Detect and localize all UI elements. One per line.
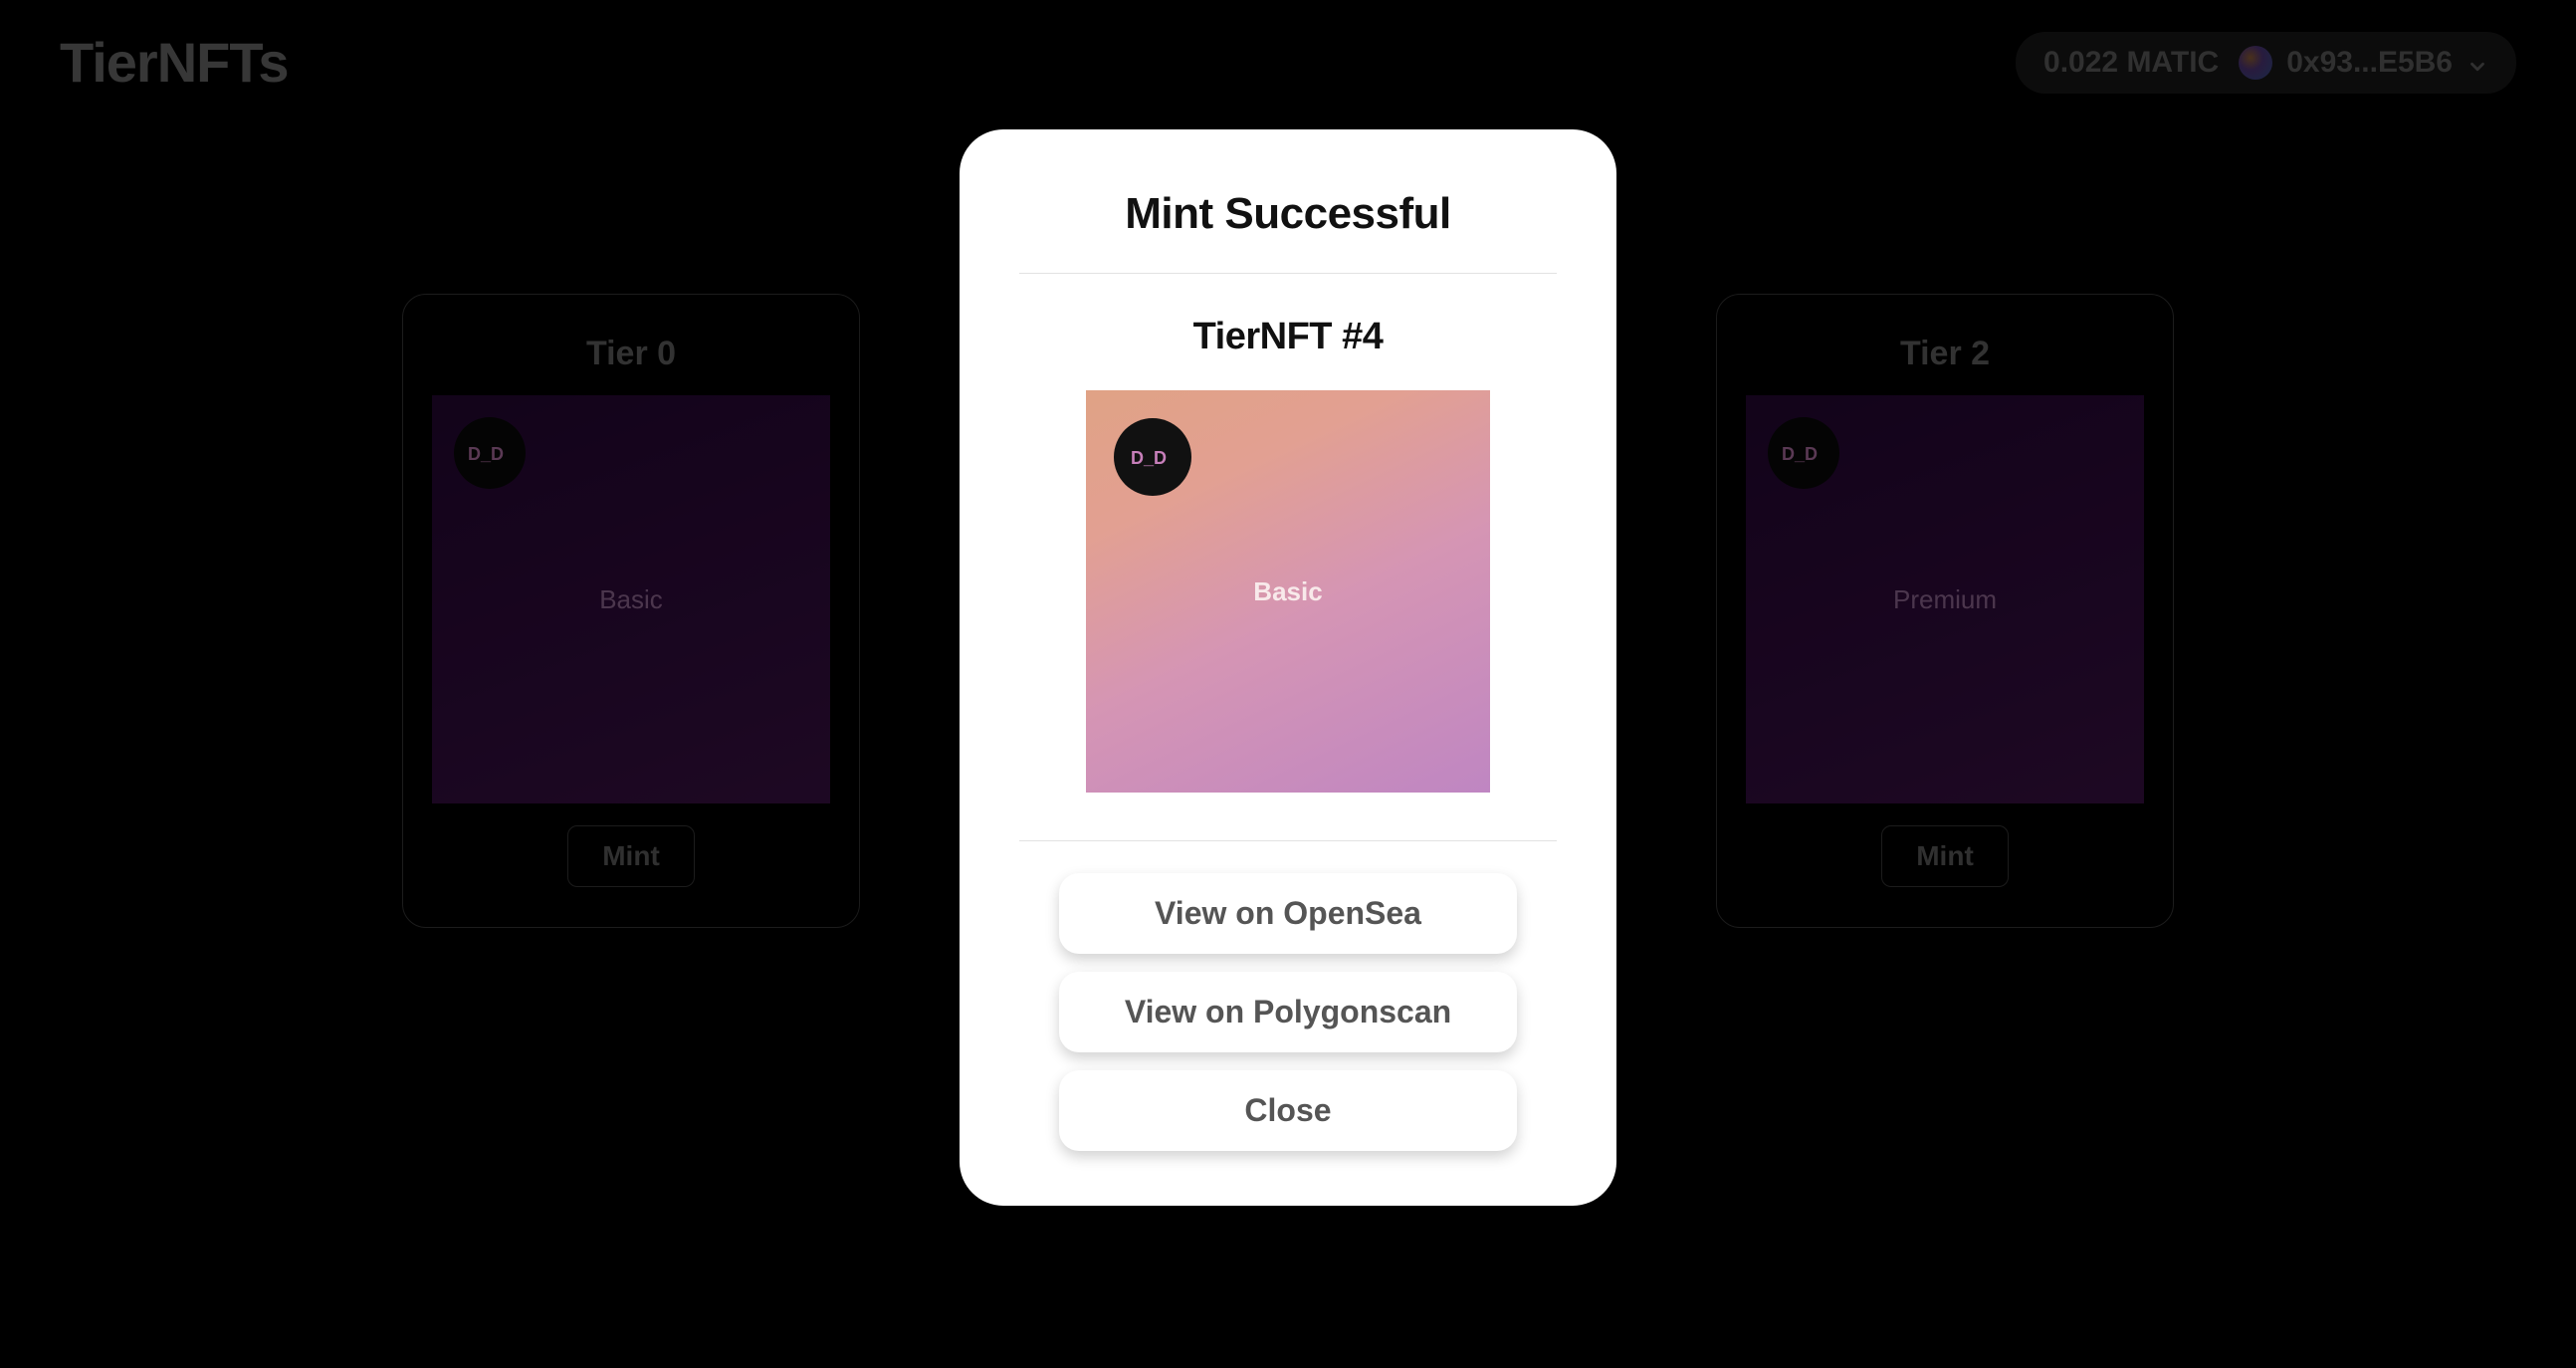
view-opensea-button[interactable]: View on OpenSea bbox=[1059, 873, 1517, 954]
modal-buttons: View on OpenSea View on Polygonscan Clos… bbox=[1019, 873, 1557, 1151]
close-button[interactable]: Close bbox=[1059, 1070, 1517, 1151]
modal-nft-label: Basic bbox=[1253, 576, 1322, 607]
modal-title: Mint Successful bbox=[1019, 189, 1557, 274]
modal-nft-title: TierNFT #4 bbox=[1019, 316, 1557, 358]
dd-logo-icon: D_D bbox=[1114, 418, 1191, 496]
modal-overlay: Mint Successful TierNFT #4 D_D Basic Vie… bbox=[0, 0, 2576, 1368]
divider bbox=[1019, 840, 1557, 841]
mint-success-modal: Mint Successful TierNFT #4 D_D Basic Vie… bbox=[960, 129, 1616, 1206]
modal-nft-image: D_D Basic bbox=[1086, 390, 1490, 793]
view-polygonscan-button[interactable]: View on Polygonscan bbox=[1059, 972, 1517, 1052]
